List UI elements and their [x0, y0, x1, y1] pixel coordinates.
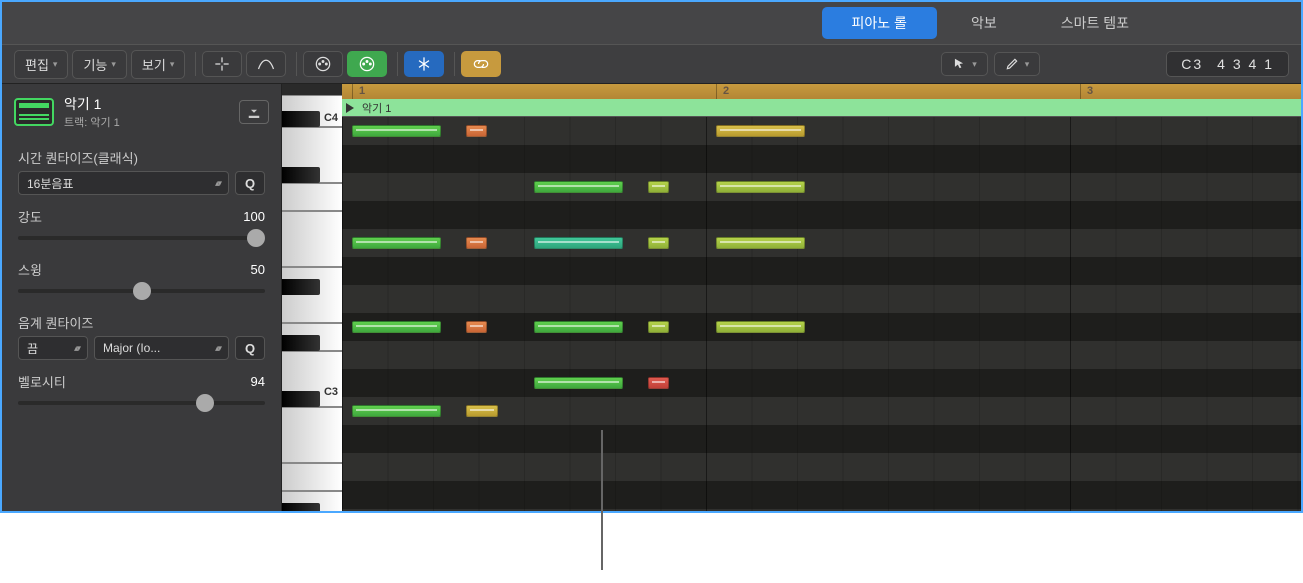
midi-note[interactable] [534, 237, 623, 249]
editor-body: 악기 1 트랙: 악기 1 시간 퀀타이즈(클래식) 16분음표▴▾ Q [2, 84, 1301, 513]
velocity-label: 벨로시티 [18, 372, 66, 391]
divider [195, 52, 196, 76]
chevron-down-icon: ▾ [170, 59, 175, 70]
midi-note[interactable] [466, 405, 498, 417]
time-quantize-label: 시간 퀀타이즈(클래식) [18, 148, 265, 167]
divider [454, 52, 455, 76]
midi-note[interactable] [648, 377, 669, 389]
midi-note[interactable] [352, 237, 441, 249]
timeline-ruler[interactable]: 1 2 3 [342, 84, 1301, 99]
display-note: C3 [1181, 56, 1203, 72]
midi-note[interactable] [648, 181, 669, 193]
midi-note[interactable] [716, 181, 805, 193]
inspector-panel: 악기 1 트랙: 악기 1 시간 퀀타이즈(클래식) 16분음표▴▾ Q [2, 84, 282, 513]
midi-note[interactable] [352, 405, 441, 417]
note-grid[interactable] [342, 117, 1301, 513]
menu-edit[interactable]: 편집▾ [14, 50, 68, 79]
callout-line [601, 430, 603, 570]
cmd-click-tool[interactable]: ▾ [994, 52, 1041, 76]
automation-curve-icon[interactable] [246, 51, 286, 77]
menu-view[interactable]: 보기▾ [131, 50, 185, 79]
swing-value[interactable]: 50 [251, 262, 265, 277]
pencil-icon [1005, 57, 1019, 71]
piano-keyboard[interactable]: C4C3 [282, 84, 342, 513]
display-position: 4 3 4 1 [1217, 56, 1274, 72]
velocity-value[interactable]: 94 [251, 374, 265, 389]
updown-icon: ▴▾ [215, 178, 220, 189]
scale-off-select[interactable]: 끔▴▾ [18, 336, 88, 360]
midi-in-icon[interactable] [303, 51, 343, 77]
midi-note[interactable] [466, 125, 487, 137]
editor-tabs: 피아노 롤 악보 스마트 템포 [2, 2, 1301, 44]
midi-note[interactable] [716, 321, 805, 333]
link-icon[interactable] [461, 51, 501, 77]
scale-quantize-button[interactable]: Q [235, 336, 265, 360]
midi-note[interactable] [466, 321, 487, 333]
chevron-down-icon: ▾ [111, 59, 116, 70]
divider [397, 52, 398, 76]
note-grid-area: 1 2 3 악기 1 [342, 84, 1301, 513]
menu-functions[interactable]: 기능▾ [72, 50, 126, 79]
track-header: 악기 1 트랙: 악기 1 [2, 84, 281, 140]
keyboard-icon [14, 98, 54, 126]
snap-icon[interactable] [202, 51, 242, 77]
left-click-tool[interactable]: ▾ [941, 52, 988, 76]
midi-out-icon[interactable] [347, 51, 387, 77]
midi-note[interactable] [534, 321, 623, 333]
midi-note[interactable] [534, 377, 623, 389]
bar-marker: 1 [352, 84, 365, 99]
midi-note[interactable] [534, 181, 623, 193]
strength-slider[interactable] [18, 228, 265, 248]
midi-note[interactable] [352, 321, 441, 333]
updown-icon: ▴▾ [215, 343, 220, 354]
chevron-down-icon: ▾ [1025, 59, 1030, 70]
chevron-down-icon: ▾ [972, 59, 977, 70]
download-icon [245, 103, 263, 121]
midi-note[interactable] [648, 321, 669, 333]
midi-note[interactable] [648, 237, 669, 249]
strength-label: 강도 [18, 207, 42, 226]
velocity-slider[interactable] [18, 393, 265, 413]
bar-marker: 3 [1080, 84, 1093, 99]
midi-note[interactable] [466, 237, 487, 249]
updown-icon: ▴▾ [74, 343, 79, 354]
bar-marker: 2 [716, 84, 729, 99]
scale-quantize-label: 음계 퀀타이즈 [18, 313, 265, 332]
swing-label: 스윙 [18, 260, 42, 279]
playhead-icon[interactable] [342, 84, 352, 99]
time-quantize-select[interactable]: 16분음표▴▾ [18, 171, 229, 195]
quantize-button[interactable]: Q [235, 171, 265, 195]
track-subtitle: 트랙: 악기 1 [64, 114, 229, 130]
collapse-icon[interactable] [404, 51, 444, 77]
position-display: C3 4 3 4 1 [1166, 51, 1289, 77]
pointer-icon [952, 57, 966, 71]
tab-piano-roll[interactable]: 피아노 롤 [822, 7, 937, 39]
divider [296, 52, 297, 76]
track-name: 악기 1 [64, 94, 229, 114]
midi-note[interactable] [352, 125, 441, 137]
toolbar: 편집▾ 기능▾ 보기▾ ▾ ▾ C3 4 3 4 1 [2, 44, 1301, 84]
app-window: 피아노 롤 악보 스마트 템포 편집▾ 기능▾ 보기▾ ▾ ▾ C3 4 3 4… [0, 0, 1303, 513]
region-header[interactable]: 악기 1 [342, 99, 1301, 117]
midi-note[interactable] [716, 237, 805, 249]
chevron-down-icon: ▾ [53, 59, 58, 70]
swing-slider[interactable] [18, 281, 265, 301]
tab-score[interactable]: 악보 [941, 7, 1027, 39]
catch-playhead-button[interactable] [239, 100, 269, 124]
strength-value[interactable]: 100 [243, 209, 265, 224]
scale-mode-select[interactable]: Major (Io...▴▾ [94, 336, 229, 360]
tab-smart-tempo[interactable]: 스마트 템포 [1031, 7, 1159, 39]
midi-note[interactable] [716, 125, 805, 137]
